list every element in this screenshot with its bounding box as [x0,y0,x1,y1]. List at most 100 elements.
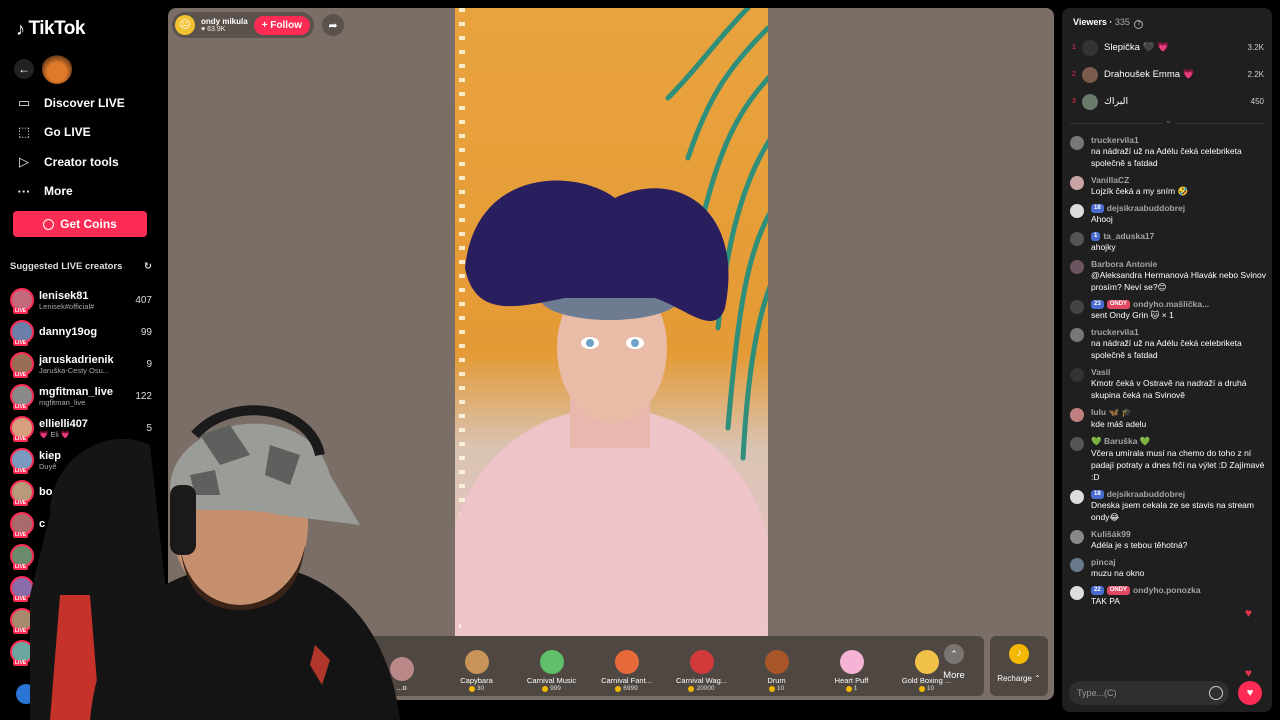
message-avatar[interactable] [1070,176,1084,190]
message-avatar[interactable] [1070,530,1084,544]
creator-avatar[interactable]: LIVE [10,384,34,410]
message-user[interactable]: 23 ONDY ondyho.mašlička... [1091,299,1266,309]
message-username[interactable]: ondyho.ponozka [1133,585,1201,595]
creator-avatar[interactable]: LIVE [10,320,34,346]
message-username[interactable]: Kulišák99 [1091,529,1131,539]
message-user[interactable]: 22 ONDY ondyho.ponozka [1091,585,1266,595]
message-avatar[interactable] [1070,408,1084,422]
message-username[interactable]: lulu 🦋 🎓 [1091,407,1132,418]
suggested-creator[interactable]: LIVE mgfitman_live mgfitman_live 122 [10,380,152,412]
back-arrow-icon[interactable]: ← [14,59,34,79]
message-user[interactable]: Kulišák99 [1091,529,1266,539]
nav-item-creator-tools[interactable]: ▷ Creator tools [16,147,125,177]
gift-item[interactable]: Heart Puff 1 [814,650,889,692]
message-avatar[interactable] [1070,368,1084,382]
gift-icon [464,650,489,674]
suggested-creator[interactable]: LIVE lenisek81 Lenisek#official# 407 [10,284,152,316]
top-viewer[interactable]: 3 البراك 450 [1072,88,1264,115]
refresh-icon[interactable]: ↻ [144,261,152,272]
creator-avatar[interactable]: LIVE [10,576,34,602]
message-username[interactable]: dejsikraabuddobrej [1107,203,1185,213]
message-user[interactable]: pincaj [1091,557,1266,567]
gift-item[interactable]: Carnival Music 999 [514,650,589,692]
message-user[interactable]: 18 dejsikraabuddobrej [1091,489,1266,499]
creator-avatar[interactable]: LIVE [10,448,34,474]
message-username[interactable]: truckervila1 [1091,327,1139,337]
suggested-creator[interactable]: LIVE ja [10,636,152,668]
gift-item[interactable]: Drum 10 [739,650,814,692]
message-user[interactable]: Barbora Antonie [1091,259,1266,269]
creator-avatar[interactable]: LIVE [10,352,34,378]
recharge-button[interactable]: ♪ Recharge ⌃ [990,636,1048,696]
message-avatar[interactable] [1070,558,1084,572]
chevron-down-icon[interactable]: ⌄ [1162,116,1175,125]
message-avatar[interactable] [1070,260,1084,274]
gift-item[interactable]: Capybara 30 [439,650,514,692]
nav-item-discover-live[interactable]: ▭ Discover LIVE [16,88,125,118]
creator-avatar[interactable]: LIVE [10,512,34,538]
emoji-icon[interactable] [1209,686,1223,700]
message-avatar[interactable] [1070,300,1084,314]
message-username[interactable]: ta_aduska17 [1103,231,1154,241]
suggested-creator[interactable]: LIVE kiep Duyê [10,444,152,476]
suggested-creator[interactable]: LIVE [10,572,152,604]
message-user[interactable]: 18 dejsikraabuddobrej [1091,203,1266,213]
suggested-creator[interactable]: LIVE do 400 [10,604,152,636]
suggested-creator[interactable]: LIVE c [10,508,152,540]
suggested-creator[interactable]: LIVE jaruskadrienik Jaruška-Cesty Osu... 9 [10,348,152,380]
message-avatar[interactable] [1070,437,1084,451]
message-username[interactable]: VanillaCZ [1091,175,1129,185]
message-username[interactable]: dejsikraabuddobrej [1107,489,1185,499]
message-avatar[interactable] [1070,204,1084,218]
message-username[interactable]: 💚 Baruška 💚 [1091,436,1150,447]
message-avatar[interactable] [1070,232,1084,246]
creator-avatar[interactable]: LIVE [10,640,34,666]
host-info[interactable]: 😐 ondy mikula ♥ 63.9K + Follow [172,12,314,38]
message-user[interactable]: lulu 🦋 🎓 [1091,407,1266,418]
message-avatar[interactable] [1070,586,1084,600]
message-user[interactable]: 💚 Baruška 💚 [1091,436,1266,447]
message-user[interactable]: VanillaCZ [1091,175,1266,185]
chat-input[interactable]: Type...(C) [1069,681,1229,705]
message-username[interactable]: pincaj [1091,557,1116,567]
follow-button[interactable]: + Follow [253,15,310,35]
stream-video[interactable] [455,8,768,636]
suggested-creator[interactable]: LIVE bo [10,476,152,508]
creator-avatar[interactable]: LIVE [10,608,34,634]
creator-avatar[interactable]: LIVE [10,416,34,442]
message-username[interactable]: Barbora Antonie [1091,259,1157,269]
suggested-creator[interactable]: LIVE [10,540,152,572]
message-user[interactable]: truckervila1 [1091,327,1266,337]
host-avatar[interactable]: 😐 [175,15,195,35]
host-name[interactable]: ondy mikula [201,17,248,26]
message-avatar[interactable] [1070,328,1084,342]
gift-item[interactable]: Carnival Fant... 6999 [589,650,664,692]
message-avatar[interactable] [1070,136,1084,150]
tiktok-logo[interactable]: ♪ TikTok [16,18,85,40]
send-gift-heart-button[interactable]: ♥ [1238,681,1262,705]
creator-avatar[interactable]: LIVE [10,544,34,570]
share-icon[interactable]: ➦ [321,14,344,36]
top-viewer[interactable]: 1 Slepička 🖤 💗 3.2K [1072,34,1264,61]
message-user[interactable]: truckervila1 [1091,135,1266,145]
message-avatar[interactable] [1070,490,1084,504]
get-coins-button[interactable]: Get Coins [13,211,147,237]
top-viewer[interactable]: 2 Drahoušek Emma 💗 2.2K [1072,61,1264,88]
back-row[interactable]: ← [14,54,72,84]
app-badge-icon[interactable] [16,684,36,704]
message-username[interactable]: truckervila1 [1091,135,1139,145]
suggested-creator[interactable]: LIVE ellielli407 💗 Eli 💗 5 [10,412,152,444]
creator-avatar[interactable]: LIVE [10,480,34,506]
message-username[interactable]: ondyho.mašlička... [1133,299,1209,309]
message-username[interactable]: Vasil [1091,367,1110,377]
more-gifts-button[interactable]: ⌃ More [936,644,972,681]
creator-avatar[interactable]: LIVE [10,288,34,314]
gift-item[interactable]: Carnival Wag... 20000 [664,650,739,692]
gift-item[interactable]: ...o [364,657,439,692]
suggested-creator[interactable]: LIVE danny19og 99 [10,316,152,348]
nav-item-go-live[interactable]: ⬚ Go LIVE [16,118,125,148]
nav-item-more[interactable]: ··· More [16,177,125,207]
message-user[interactable]: 1 ta_aduska17 [1091,231,1266,241]
message-user[interactable]: Vasil [1091,367,1266,377]
info-icon[interactable]: ? [1134,20,1144,29]
